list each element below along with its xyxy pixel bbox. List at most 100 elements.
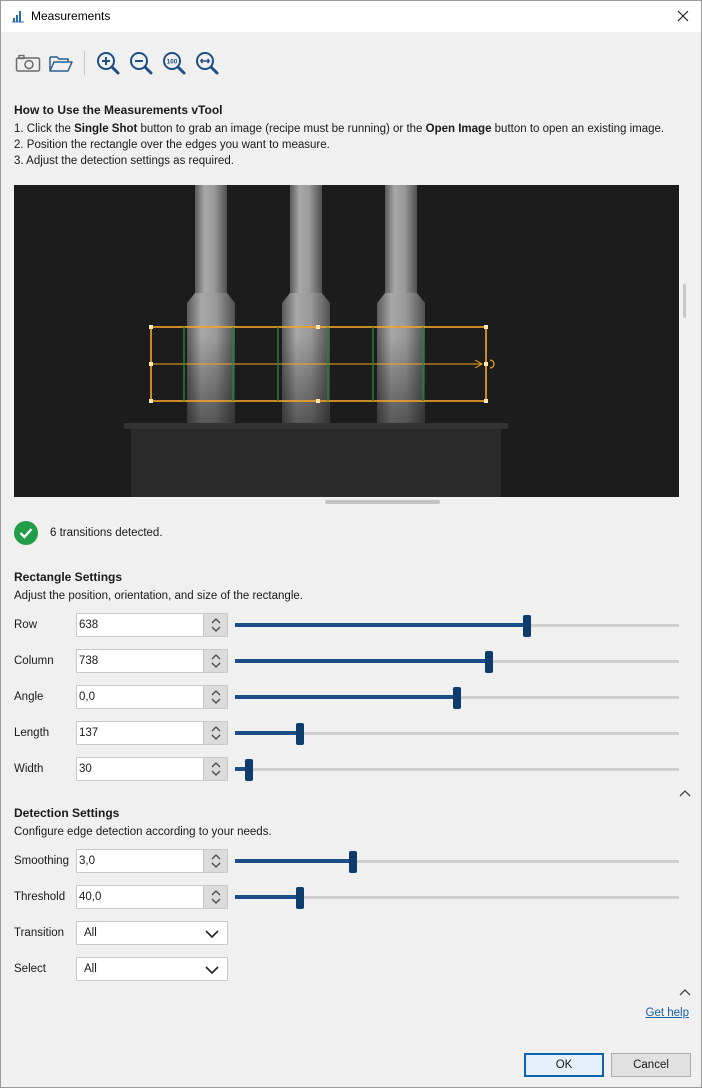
threshold-slider[interactable] xyxy=(235,885,679,909)
howto-step-3: 3. Adjust the detection settings as requ… xyxy=(14,155,234,167)
image-horizontal-scrollbar[interactable] xyxy=(325,500,440,504)
up-down-icon xyxy=(211,618,220,632)
collapse-detection-settings-icon[interactable] xyxy=(679,987,691,997)
threshold-field: Threshold 40,0 xyxy=(1,885,701,911)
column-slider[interactable] xyxy=(235,649,679,673)
angle-slider[interactable] xyxy=(235,685,679,709)
slider-fill xyxy=(235,623,527,627)
toolbar-separator xyxy=(84,51,85,75)
column-spin-button[interactable] xyxy=(203,650,227,672)
threshold-spin-button[interactable] xyxy=(203,886,227,908)
slider-thumb[interactable] xyxy=(523,615,531,637)
ok-button[interactable]: OK xyxy=(524,1053,604,1077)
howto-step-1-text-c: button to grab an image (recipe must be … xyxy=(137,123,426,135)
row-spin-button[interactable] xyxy=(203,614,227,636)
row-label: Row xyxy=(14,619,38,631)
zoom-fit-button[interactable] xyxy=(192,48,222,78)
window-title: Measurements xyxy=(31,9,111,23)
select-label: Select xyxy=(14,963,46,975)
threshold-spinbox[interactable]: 40,0 xyxy=(76,885,228,909)
app-icon xyxy=(12,11,24,23)
zoom-in-icon xyxy=(97,52,120,75)
angle-spin-button[interactable] xyxy=(203,686,227,708)
detection-settings-description: Configure edge detection according to yo… xyxy=(14,826,272,838)
image-view[interactable] xyxy=(14,185,679,497)
slider-fill xyxy=(235,859,353,863)
howto-step-1-open-image: Open Image xyxy=(425,123,492,135)
slider-fill xyxy=(235,695,457,699)
rectangle-settings-title: Rectangle Settings xyxy=(14,570,123,584)
column-value[interactable]: 738 xyxy=(77,650,203,672)
cancel-button[interactable]: Cancel xyxy=(611,1053,691,1077)
camera-icon xyxy=(15,54,41,72)
width-spinbox[interactable]: 30 xyxy=(76,757,228,781)
close-icon xyxy=(677,10,689,22)
smoothing-label: Smoothing xyxy=(14,855,69,867)
chevron-down-icon xyxy=(205,966,219,975)
slider-thumb[interactable] xyxy=(296,887,304,909)
up-down-icon xyxy=(211,654,220,668)
up-down-icon xyxy=(211,726,220,740)
length-value[interactable]: 137 xyxy=(77,722,203,744)
howto-step-1-single-shot: Single Shot xyxy=(74,123,138,135)
width-label: Width xyxy=(14,763,44,775)
slider-fill xyxy=(235,731,300,735)
panel-vertical-scrollbar[interactable] xyxy=(683,284,686,318)
width-value[interactable]: 30 xyxy=(77,758,203,780)
slider-thumb[interactable] xyxy=(453,687,461,709)
select-field: Select All xyxy=(1,957,701,983)
smoothing-spin-button[interactable] xyxy=(203,850,227,872)
row-spinbox[interactable]: 638 xyxy=(76,613,228,637)
slider-thumb[interactable] xyxy=(485,651,493,673)
zoom-in-button[interactable] xyxy=(93,48,123,78)
slider-fill xyxy=(235,659,489,663)
length-spinbox[interactable]: 137 xyxy=(76,721,228,745)
smoothing-spinbox[interactable]: 3,0 xyxy=(76,849,228,873)
status-row: 6 transitions detected. xyxy=(14,521,163,545)
slider-thumb[interactable] xyxy=(245,759,253,781)
up-down-icon xyxy=(211,854,220,868)
width-spin-button[interactable] xyxy=(203,758,227,780)
width-field: Width 30 xyxy=(1,757,701,783)
slider-thumb[interactable] xyxy=(296,723,304,745)
measurements-window: Measurements 100 How to Use the Measurem… xyxy=(0,0,702,1088)
smoothing-value[interactable]: 3,0 xyxy=(77,850,203,872)
get-help-link[interactable]: Get help xyxy=(646,1007,689,1019)
select-dropdown[interactable]: All xyxy=(76,957,228,981)
column-spinbox[interactable]: 738 xyxy=(76,649,228,673)
howto-step-2: 2. Position the rectangle over the edges… xyxy=(14,139,330,151)
collapse-rectangle-settings-icon[interactable] xyxy=(679,788,691,798)
open-image-button[interactable] xyxy=(46,48,76,78)
transition-value: All xyxy=(84,927,97,939)
select-value: All xyxy=(84,963,97,975)
row-value[interactable]: 638 xyxy=(77,614,203,636)
angle-field: Angle 0,0 xyxy=(1,685,701,711)
detection-settings-title: Detection Settings xyxy=(14,806,120,820)
up-down-icon xyxy=(211,890,220,904)
slider-thumb[interactable] xyxy=(349,851,357,873)
row-slider[interactable] xyxy=(235,613,679,637)
threshold-label: Threshold xyxy=(14,891,66,903)
rectangle-settings-description: Adjust the position, orientation, and si… xyxy=(14,590,303,602)
angle-spinbox[interactable]: 0,0 xyxy=(76,685,228,709)
slider-rail xyxy=(235,768,679,771)
width-slider[interactable] xyxy=(235,757,679,781)
howto-title: How to Use the Measurements vTool xyxy=(14,103,223,117)
check-icon xyxy=(14,521,38,545)
close-button[interactable] xyxy=(671,5,695,27)
length-spin-button[interactable] xyxy=(203,722,227,744)
zoom-100-button[interactable]: 100 xyxy=(159,48,189,78)
up-down-icon xyxy=(211,690,220,704)
transition-label: Transition xyxy=(14,927,65,939)
camera-image xyxy=(14,185,679,497)
howto-step-1: 1. Click the Single Shot button to grab … xyxy=(14,123,664,135)
angle-value[interactable]: 0,0 xyxy=(77,686,203,708)
length-slider[interactable] xyxy=(235,721,679,745)
zoom-fit-icon xyxy=(196,52,219,75)
length-field: Length 137 xyxy=(1,721,701,747)
zoom-out-button[interactable] xyxy=(126,48,156,78)
threshold-value[interactable]: 40,0 xyxy=(77,886,203,908)
smoothing-slider[interactable] xyxy=(235,849,679,873)
single-shot-button[interactable] xyxy=(13,48,43,78)
transition-dropdown[interactable]: All xyxy=(76,921,228,945)
